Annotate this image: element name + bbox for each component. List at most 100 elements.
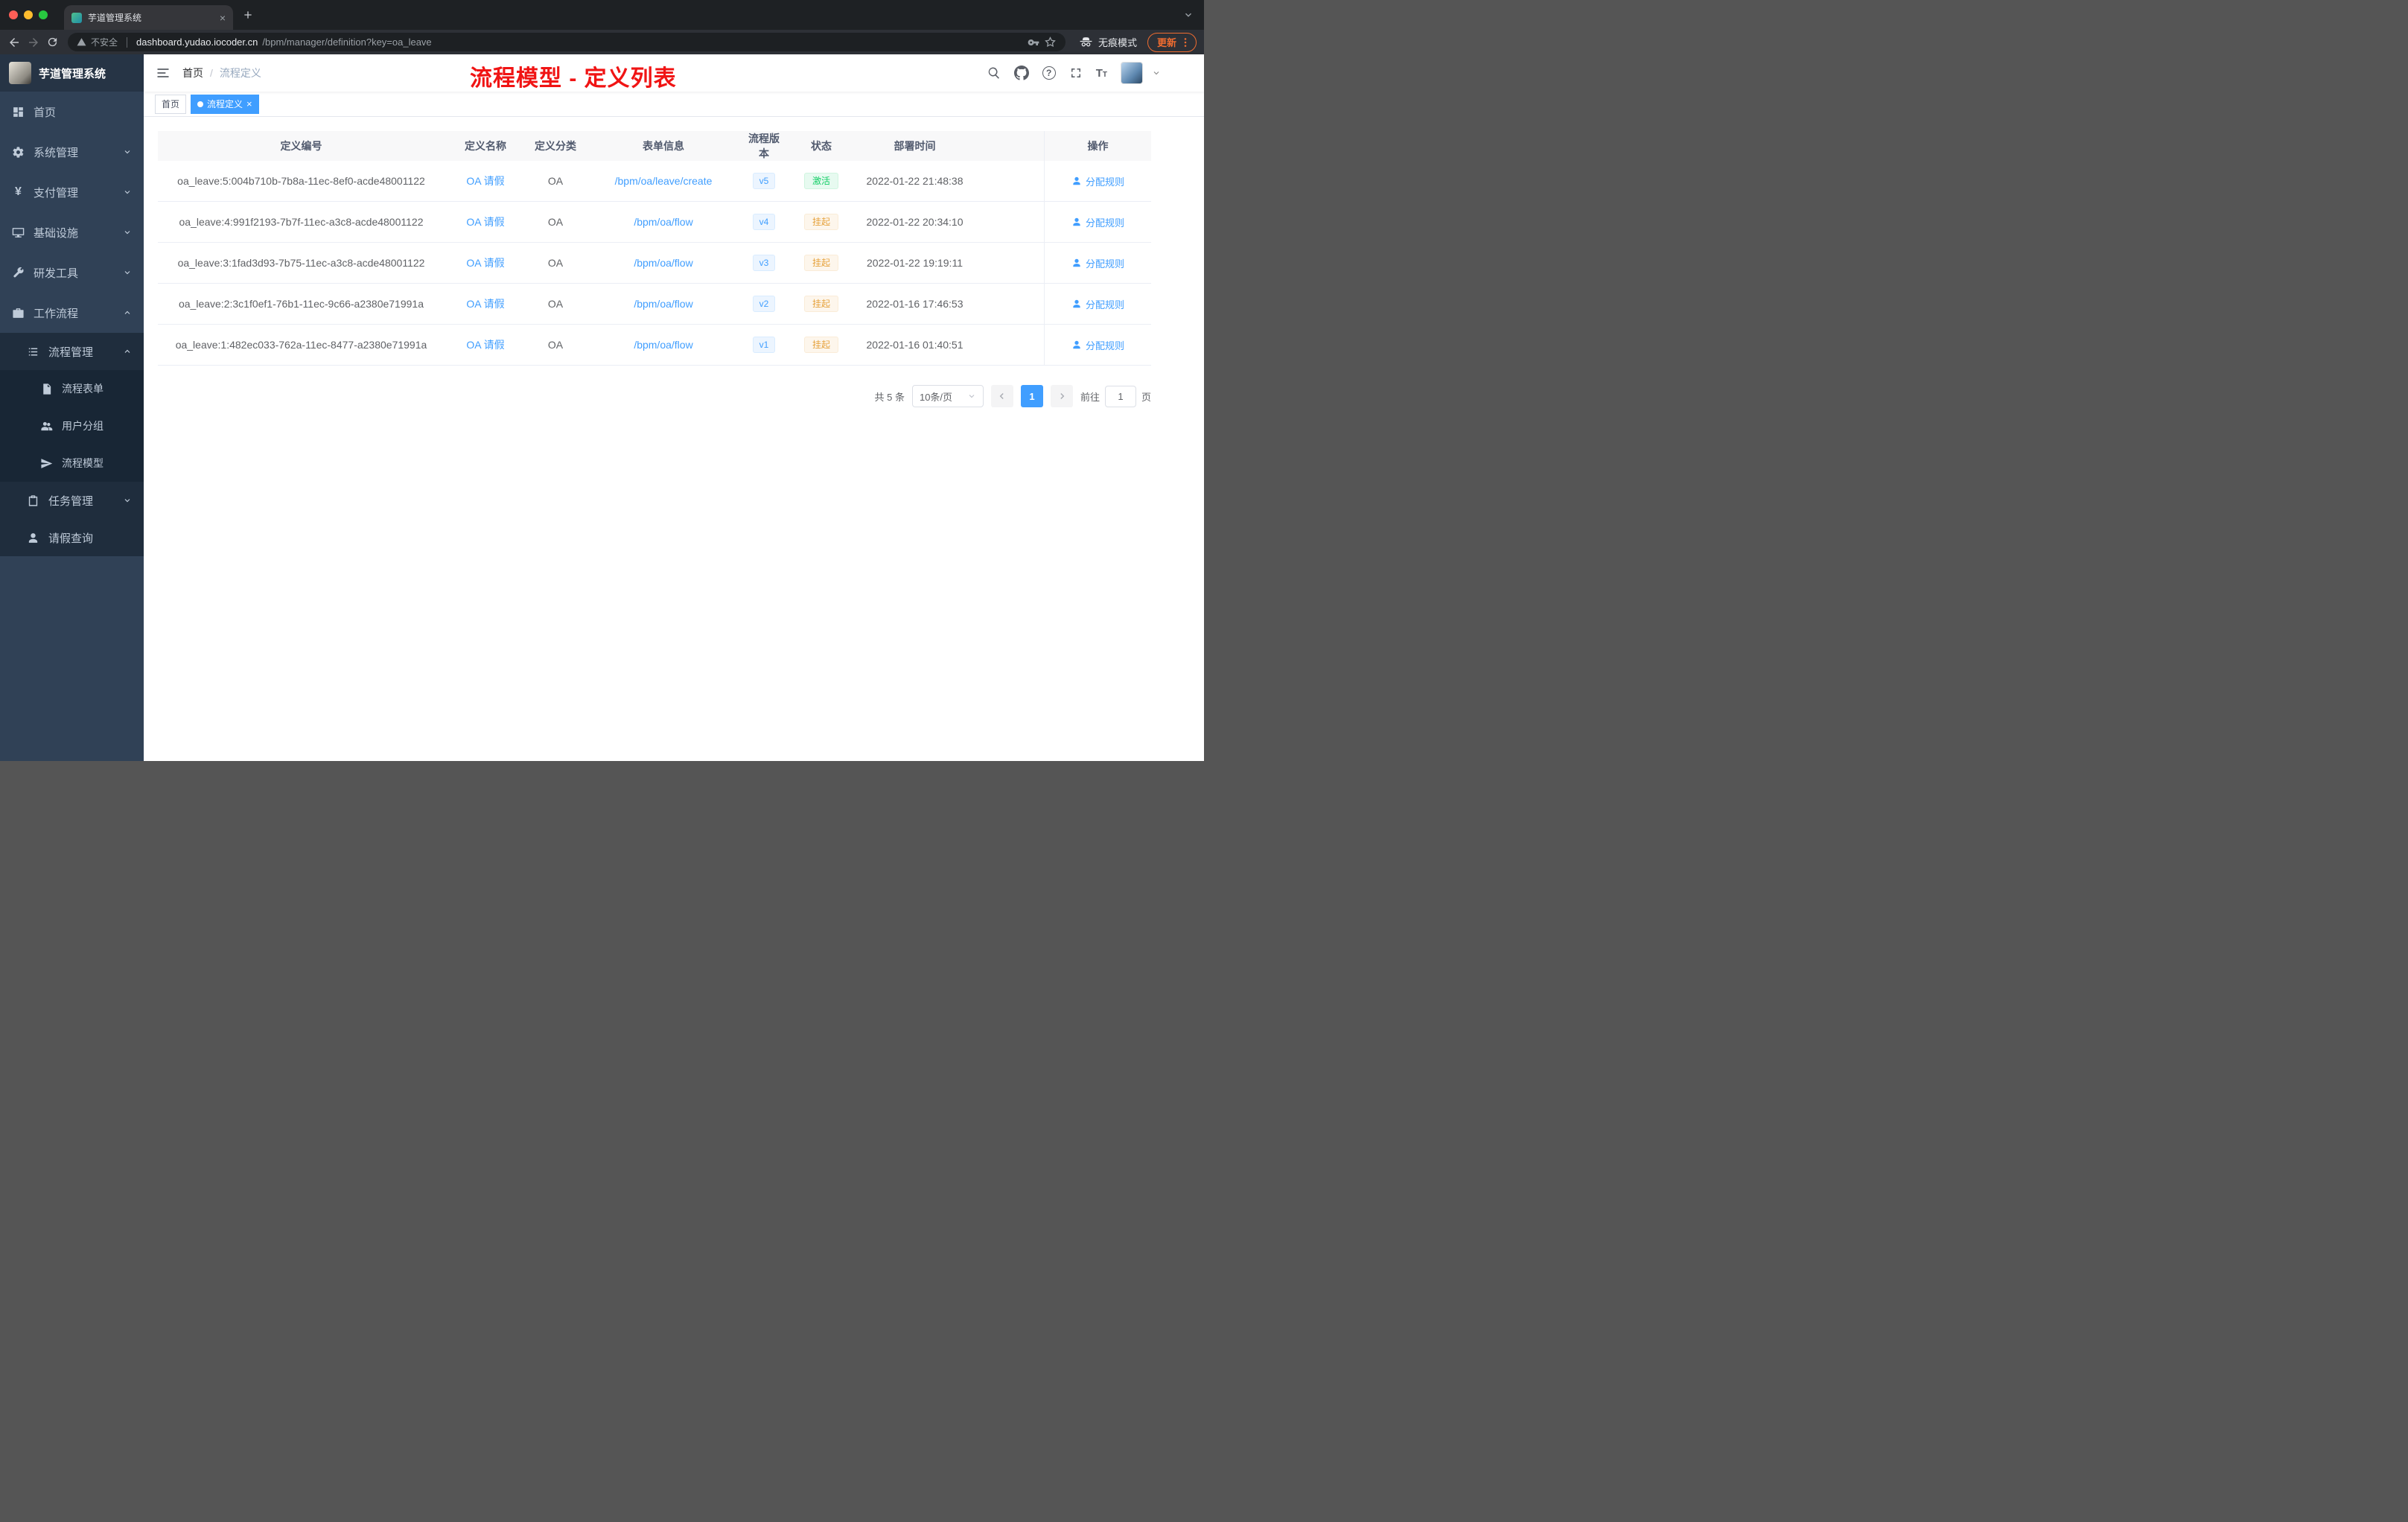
search-icon[interactable] <box>987 66 1001 80</box>
sidebar-item-process-management[interactable]: 流程管理 <box>0 333 144 370</box>
deploy-time: 2022-01-16 17:46:53 <box>866 298 963 310</box>
sidebar-item-label: 工作流程 <box>34 307 79 320</box>
version-badge: v4 <box>752 214 776 230</box>
definition-name-link[interactable]: OA 请假 <box>466 255 504 270</box>
avatar-caret-icon[interactable] <box>1152 69 1161 77</box>
github-icon[interactable] <box>1014 66 1029 80</box>
tab-search-chevron-icon[interactable] <box>1183 8 1194 22</box>
sidebar-item-system-management[interactable]: 系统管理 <box>0 132 144 172</box>
form-link[interactable]: /bpm/oa/flow <box>634 257 692 269</box>
minimize-window-button[interactable] <box>24 10 33 19</box>
table-row: oa_leave:5:004b710b-7b8a-11ec-8ef0-acde4… <box>158 161 1151 202</box>
assign-rule-button[interactable]: 分配规则 <box>1071 297 1124 311</box>
assign-rule-button[interactable]: 分配规则 <box>1071 215 1124 229</box>
definition-category: OA <box>547 298 564 310</box>
version-badge: v1 <box>752 337 776 353</box>
goto-prefix: 前往 <box>1080 391 1100 403</box>
deploy-time: 2022-01-22 19:19:11 <box>867 257 963 269</box>
sidebar-item-leave-query[interactable]: 请假查询 <box>0 519 144 556</box>
sidebar-item-process-form[interactable]: 流程表单 <box>0 370 144 407</box>
address-bar[interactable]: 不安全 dashboard.yudao.iocoder.cn/bpm/manag… <box>68 33 1066 51</box>
form-link[interactable]: /bpm/oa/leave/create <box>615 175 713 187</box>
zoom-window-button[interactable] <box>39 10 48 19</box>
avatar[interactable] <box>1121 62 1143 84</box>
chevron-right-icon <box>1057 391 1067 401</box>
form-link[interactable]: /bpm/oa/flow <box>634 298 692 310</box>
goto-page-input[interactable] <box>1104 385 1136 407</box>
form-link[interactable]: /bpm/oa/flow <box>634 339 692 351</box>
definition-name-link[interactable]: OA 请假 <box>466 173 504 188</box>
sidebar-item-workflow[interactable]: 工作流程 <box>0 293 144 333</box>
font-size-icon[interactable]: TT <box>1096 68 1107 79</box>
sidebar-item-label: 用户分组 <box>62 420 103 432</box>
bookmark-star-icon[interactable] <box>1044 36 1057 48</box>
sidebar-item-label: 支付管理 <box>34 186 79 200</box>
sidebar-item-home[interactable]: 首页 <box>0 92 144 132</box>
sidebar-item-process-model[interactable]: 流程模型 <box>0 445 144 482</box>
sidebar-item-user-group[interactable]: 用户分组 <box>0 407 144 445</box>
new-tab-button[interactable] <box>238 4 258 25</box>
assign-rule-button[interactable]: 分配规则 <box>1071 174 1124 188</box>
chevron-down-icon <box>123 147 132 156</box>
page-size-select[interactable]: 10条/页 <box>911 385 984 407</box>
sidebar-item-label: 任务管理 <box>48 494 94 508</box>
gear-icon <box>12 146 25 159</box>
list-icon <box>27 346 39 358</box>
sidebar-item-label: 系统管理 <box>34 146 79 159</box>
browser-update-button[interactable]: 更新 <box>1147 32 1197 52</box>
chevron-down-icon <box>123 268 132 277</box>
tags-view-bar: 首页 流程定义 × <box>144 92 1204 117</box>
tag-close-icon[interactable]: × <box>246 99 252 109</box>
not-secure-label[interactable]: 不安全 <box>91 36 118 48</box>
form-link[interactable]: /bpm/oa/flow <box>634 216 692 228</box>
deploy-time: 2022-01-22 20:34:10 <box>866 216 963 228</box>
url-host: dashboard.yudao.iocoder.cn <box>136 36 258 48</box>
user-icon <box>1071 258 1082 268</box>
deploy-time: 2022-01-16 01:40:51 <box>866 339 963 351</box>
refresh-button[interactable] <box>46 36 59 48</box>
user-icon <box>1071 217 1082 227</box>
sidebar-logo[interactable]: 芋道管理系统 <box>0 54 144 92</box>
chevron-down-icon <box>967 392 976 401</box>
app-title: 芋道管理系统 <box>39 67 106 80</box>
assign-rule-button[interactable]: 分配规则 <box>1071 338 1124 352</box>
tag-label: 流程定义 <box>207 99 243 109</box>
pagination: 共 5 条 10条/页 1 前往 页 <box>158 385 1151 407</box>
next-page-button[interactable] <box>1050 385 1073 407</box>
breadcrumb-home[interactable]: 首页 <box>182 66 203 80</box>
browser-menu-dots-icon[interactable] <box>1179 36 1191 48</box>
header-actions: ? TT <box>987 62 1161 84</box>
page-number-button[interactable]: 1 <box>1020 385 1043 407</box>
definition-name-link[interactable]: OA 请假 <box>466 214 504 229</box>
help-icon[interactable]: ? <box>1042 66 1056 80</box>
tab-close-icon[interactable]: × <box>220 13 226 23</box>
sidebar-item-label: 研发工具 <box>34 267 79 280</box>
dashboard-icon <box>12 106 25 118</box>
definition-name-link[interactable]: OA 请假 <box>466 296 504 311</box>
sidebar-item-dev-tools[interactable]: 研发工具 <box>0 252 144 293</box>
page-size-value: 10条/页 <box>919 391 953 403</box>
prev-page-button[interactable] <box>990 385 1013 407</box>
logo-image <box>9 62 31 84</box>
sidebar-item-task-management[interactable]: 任务管理 <box>0 482 144 519</box>
password-key-icon[interactable] <box>1028 36 1039 48</box>
tag-process-definition[interactable]: 流程定义 × <box>191 94 259 114</box>
tag-home[interactable]: 首页 <box>155 94 187 114</box>
fullscreen-icon[interactable] <box>1069 66 1083 80</box>
monitor-icon <box>12 226 25 239</box>
definition-name-link[interactable]: OA 请假 <box>466 337 504 352</box>
definition-table: 定义编号 定义名称 定义分类 表单信息 流程版本 状态 部署时间 操作 oa_l… <box>158 131 1151 366</box>
back-button[interactable] <box>7 36 21 49</box>
sidebar-item-infrastructure[interactable]: 基础设施 <box>0 212 144 252</box>
document-icon <box>40 383 53 395</box>
definition-id: oa_leave:5:004b710b-7b8a-11ec-8ef0-acde4… <box>177 175 425 187</box>
chevron-down-icon <box>123 228 132 237</box>
forward-button[interactable] <box>27 36 40 49</box>
browser-tab[interactable]: 芋道管理系统 × <box>64 5 233 30</box>
assign-rule-button[interactable]: 分配规则 <box>1071 256 1124 270</box>
clipboard-icon <box>27 494 39 507</box>
sidebar-item-payment-management[interactable]: ¥ 支付管理 <box>0 172 144 212</box>
close-window-button[interactable] <box>9 10 18 19</box>
sidebar-collapse-icon[interactable] <box>156 66 171 80</box>
users-icon <box>40 420 53 433</box>
